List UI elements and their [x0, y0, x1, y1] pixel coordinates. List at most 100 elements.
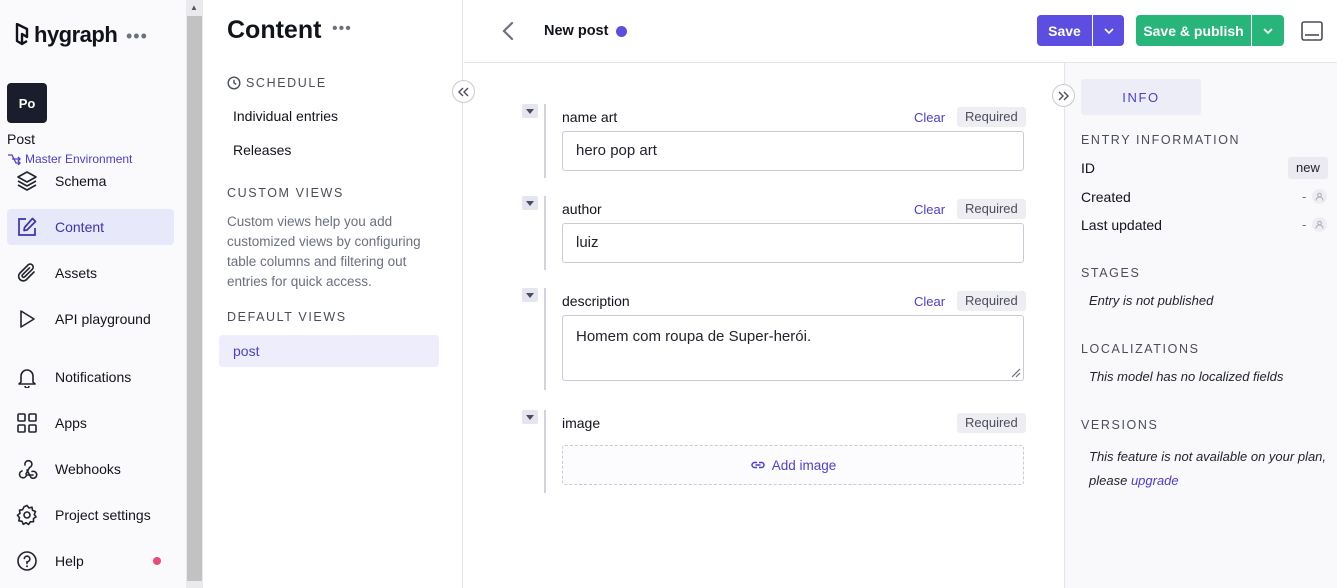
clock-icon	[227, 76, 241, 90]
nav-item-help[interactable]: Help	[7, 543, 174, 579]
upgrade-link[interactable]: upgrade	[1131, 473, 1179, 488]
nav-item-apps[interactable]: Apps	[7, 405, 174, 441]
hygraph-logo-icon	[15, 23, 29, 46]
default-view-post[interactable]: post	[219, 335, 439, 367]
user-icon	[1312, 217, 1327, 232]
add-image-label: Add image	[771, 457, 837, 473]
nav-item-schema[interactable]: Schema	[7, 163, 174, 199]
clear-field-button[interactable]: Clear	[914, 294, 945, 309]
unsaved-status-dot	[616, 26, 627, 37]
nav-item-label: Project settings	[55, 507, 151, 523]
paperclip-icon	[15, 261, 39, 285]
required-badge: Required	[957, 107, 1026, 127]
chevron-left-icon	[502, 21, 514, 41]
gear-icon	[15, 503, 39, 527]
save-and-publish-button[interactable]: Save & publish	[1136, 15, 1251, 46]
project-name: Post	[7, 131, 36, 147]
collapse-sidebar-button[interactable]	[1052, 84, 1075, 107]
schedule-heading: SCHEDULE	[227, 76, 327, 90]
created-value: -	[1302, 189, 1307, 204]
scroll-up-arrow-icon[interactable]: ▲	[190, 3, 198, 12]
id-value-badge: new	[1288, 157, 1328, 179]
nav-item-label: Schema	[55, 173, 107, 189]
localizations-heading: LOCALIZATIONS	[1081, 342, 1200, 356]
save-options-button[interactable]	[1093, 15, 1124, 46]
versions-text: This feature is not available on your pl…	[1089, 449, 1327, 464]
required-badge: Required	[957, 199, 1026, 219]
collapse-field-toggle[interactable]	[522, 196, 538, 210]
author-input[interactable]: luiz	[562, 223, 1024, 263]
nav-item-assets[interactable]: Assets	[7, 255, 174, 291]
stages-text: Entry is not published	[1089, 293, 1214, 308]
clear-field-button[interactable]: Clear	[914, 202, 945, 217]
nav-item-api-playground[interactable]: API playground	[7, 301, 174, 337]
last-updated-label: Last updated	[1081, 217, 1162, 233]
field-divider	[544, 410, 546, 493]
link-icon	[750, 461, 765, 469]
stages-heading: STAGES	[1081, 266, 1141, 280]
localizations-text: This model has no localized fields	[1089, 369, 1284, 384]
entry-title: New post	[544, 23, 609, 39]
nav-item-content[interactable]: Content	[7, 209, 174, 245]
clear-field-button[interactable]: Clear	[914, 110, 945, 125]
hygraph-logo[interactable]: hygraph	[14, 22, 118, 48]
collapse-panel-button[interactable]	[452, 80, 475, 103]
save-button[interactable]: Save	[1037, 15, 1092, 46]
content-panel-title: Content	[227, 16, 322, 44]
default-views-heading: DEFAULT VIEWS	[227, 310, 347, 324]
nav-scrollbar-thumb[interactable]	[187, 16, 202, 581]
field-divider	[544, 196, 546, 270]
more-options-icon[interactable]: •••	[126, 26, 148, 46]
bell-icon	[15, 365, 39, 389]
toggle-sidebar-button[interactable]	[1300, 20, 1324, 42]
caret-down-icon	[526, 414, 534, 420]
content-panel: Content ••• SCHEDULE Individual entries …	[203, 0, 463, 588]
chevrons-left-icon	[458, 87, 469, 96]
nav-item-notifications[interactable]: Notifications	[7, 359, 174, 395]
help-circle-icon	[15, 549, 39, 573]
individual-entries-link[interactable]: Individual entries	[233, 108, 338, 124]
notification-dot	[153, 557, 161, 565]
nav-item-project-settings[interactable]: Project settings	[7, 497, 174, 533]
caret-down-icon	[526, 108, 534, 114]
collapse-field-toggle[interactable]	[522, 288, 538, 302]
sidebar-layout-icon	[1301, 21, 1323, 41]
nav-item-label: Webhooks	[55, 461, 121, 477]
add-image-button[interactable]: Add image	[562, 445, 1024, 485]
layers-icon	[15, 169, 39, 193]
user-icon	[1312, 189, 1327, 204]
collapse-field-toggle[interactable]	[522, 104, 538, 118]
collapse-field-toggle[interactable]	[522, 410, 538, 424]
created-label: Created	[1081, 189, 1131, 205]
content-more-options-icon[interactable]: •••	[332, 20, 352, 38]
custom-views-heading: CUSTOM VIEWS	[227, 186, 344, 200]
entry-information-heading: ENTRY INFORMATION	[1081, 133, 1241, 147]
nav-item-webhooks[interactable]: Webhooks	[7, 451, 174, 487]
name-art-input[interactable]: hero pop art	[562, 131, 1024, 171]
field-divider	[544, 288, 546, 390]
releases-link[interactable]: Releases	[233, 142, 291, 158]
brand-name: hygraph	[34, 22, 118, 47]
tab-info[interactable]: INFO	[1081, 79, 1201, 115]
nav-item-label: Apps	[55, 415, 87, 431]
field-label: image	[562, 415, 601, 431]
project-avatar[interactable]: Po	[7, 83, 47, 123]
nav-item-label: Assets	[55, 265, 98, 281]
resize-handle-icon[interactable]	[1009, 366, 1021, 378]
required-badge: Required	[957, 291, 1026, 311]
caret-down-icon	[526, 292, 534, 298]
field-label: name art	[562, 109, 618, 125]
id-label: ID	[1081, 160, 1095, 176]
versions-upgrade-line: please upgrade	[1089, 473, 1179, 488]
caret-down-icon	[526, 200, 534, 206]
back-button[interactable]	[500, 20, 516, 42]
apps-grid-icon	[15, 411, 39, 435]
last-updated-value: -	[1302, 217, 1307, 232]
description-textarea[interactable]: Homem com roupa de Super-herói.	[562, 315, 1024, 381]
field-label: author	[562, 201, 602, 217]
publish-options-button[interactable]	[1252, 15, 1284, 46]
nav-item-label: Content	[55, 219, 105, 235]
edit-icon	[15, 215, 39, 239]
field-label: description	[562, 293, 630, 309]
webhook-icon	[15, 457, 39, 481]
